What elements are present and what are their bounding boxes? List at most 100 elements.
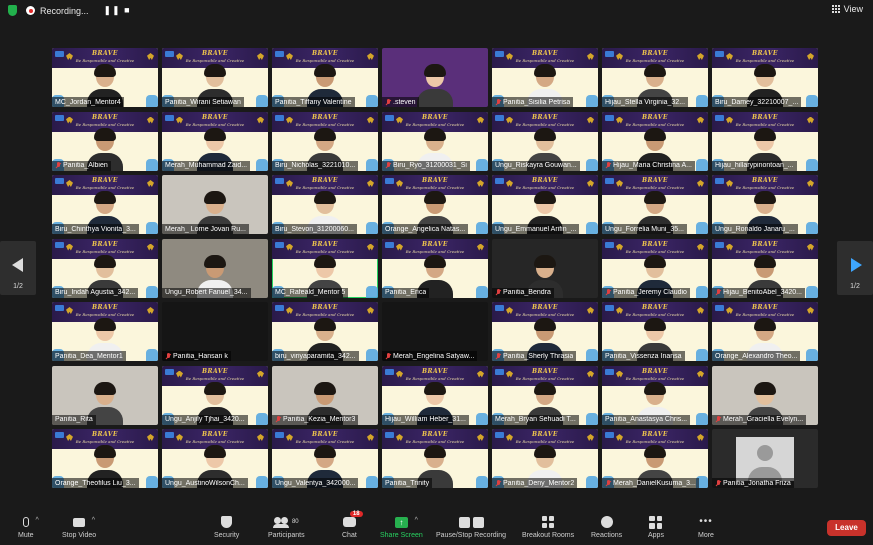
mascot-icon xyxy=(806,158,818,171)
participant-tile[interactable]: BRAVE Be Responsible and Creative Orange_A… xyxy=(712,302,818,361)
participant-tile[interactable]: BRAVE Be Responsible and Creative Hijau_St… xyxy=(602,48,708,107)
participant-tile[interactable]: Panitia_Hansan k xyxy=(162,302,268,361)
participant-tile[interactable]: BRAVE Be Responsible and Creative Hijau_Wi… xyxy=(382,365,488,425)
participant-tile[interactable]: BRAVE Be Responsible and Creative Biru_Ind… xyxy=(52,238,158,298)
banner-title: BRAVE xyxy=(91,177,118,184)
stop-video-button[interactable]: ^ Stop Video xyxy=(62,515,96,539)
mascot-icon xyxy=(696,412,708,425)
participant-name: Panitia_Anastasya Chris... xyxy=(605,416,688,423)
participant-tile[interactable]: BRAVE Be Responsible and Creative Biru_Chi… xyxy=(52,175,158,234)
participant-tile[interactable]: Panitia_Kezia_Mentor3 xyxy=(272,365,378,425)
participant-tile[interactable]: BRAVE Be Responsible and Creative Panitia_… xyxy=(382,238,488,298)
mascot-icon xyxy=(696,285,708,298)
participant-nameplate: Panitia_Dea_Mentor1 xyxy=(52,351,126,361)
reactions-label: Reactions xyxy=(591,532,623,539)
recording-controls[interactable]: ❚❚ ■ xyxy=(104,5,131,16)
more-button[interactable]: ••• More xyxy=(698,515,714,540)
next-page-button[interactable]: 1/2 xyxy=(837,241,873,295)
participant-tile[interactable]: BRAVE Be Responsible and Creative Orange_T… xyxy=(52,429,158,488)
participant-nameplate: Merah_DanielKusuma_3... xyxy=(602,478,699,488)
participant-tile[interactable]: BRAVE Be Responsible and Creative Orange_A… xyxy=(382,175,488,234)
participant-tile[interactable]: BRAVE Be Responsible and Creative Ungu_Emm… xyxy=(492,175,598,234)
banner-title: BRAVE xyxy=(751,113,778,121)
participant-tile[interactable]: BRAVE Be Responsible and Creative Hijau_Be… xyxy=(712,238,818,298)
participant-tile[interactable]: BRAVE Be Responsible and Creative Ungu_Anj… xyxy=(162,365,268,425)
mascot-icon xyxy=(696,349,708,361)
participant-tile[interactable]: BRAVE Be Responsible and Creative Panitia_… xyxy=(52,302,158,361)
participant-tile[interactable]: BRAVE Be Responsible and Creative Panitia_… xyxy=(492,429,598,488)
chevron-up-icon[interactable]: ^ xyxy=(92,517,95,524)
participant-tile[interactable]: BRAVE Be Responsible and Creative Panitia_… xyxy=(602,365,708,425)
muted-mic-icon xyxy=(495,98,501,106)
participant-tile[interactable]: BRAVE Be Responsible and Creative Merah_Br… xyxy=(492,365,598,425)
banner-title: BRAVE xyxy=(641,240,668,248)
participant-tile[interactable]: Merah_ Lorne Jovan Ru... xyxy=(162,175,268,234)
participants-button[interactable]: 80 Participants xyxy=(268,515,305,539)
mute-button[interactable]: ^ Mute xyxy=(18,515,39,539)
participant-tile[interactable]: BRAVE Be Responsible and Creative MC_Rafea… xyxy=(272,238,378,298)
mascot-icon xyxy=(366,349,378,361)
participant-tile[interactable]: BRAVE Be Responsible and Creative Merah_Da… xyxy=(602,429,708,488)
participant-tile[interactable]: BRAVE Be Responsible and Creative Panitia_… xyxy=(52,111,158,171)
participant-tile[interactable]: BRAVE Be Responsible and Creative Panitia_… xyxy=(602,238,708,298)
participant-tile[interactable]: Panitia_Rita xyxy=(52,365,158,425)
pause-stop-icon xyxy=(458,516,484,528)
participant-tile[interactable]: BRAVE Be Responsible and Creative Ungu_For… xyxy=(602,175,708,234)
view-button[interactable]: View xyxy=(831,4,863,14)
chevron-up-icon[interactable]: ^ xyxy=(415,517,418,524)
banner-title: BRAVE xyxy=(311,113,338,121)
participant-tile[interactable]: BRAVE Be Responsible and Creative Panitia_… xyxy=(602,302,708,361)
participant-name: Orange_Angelica Natas... xyxy=(385,225,466,233)
participant-tile[interactable]: BRAVE Be Responsible and Creative Biru_Ryo… xyxy=(382,111,488,171)
participant-name: biru_viriyaparamita_342... xyxy=(275,352,356,360)
breakout-rooms-button[interactable]: Breakout Rooms xyxy=(522,515,574,539)
participant-tile[interactable]: BRAVE Be Responsible and Creative Biru_Dam… xyxy=(712,48,818,107)
participant-nameplate: Panitia_Trinity xyxy=(382,478,433,488)
reactions-button[interactable]: Reactions xyxy=(591,515,622,539)
participant-name: Ungu_AustinoWilsonCh... xyxy=(165,479,245,487)
participant-tile[interactable]: BRAVE Be Responsible and Creative Ungu_Ron… xyxy=(712,175,818,234)
mascot-icon xyxy=(806,222,818,234)
chevron-up-icon[interactable]: ^ xyxy=(35,517,38,524)
participant-tile[interactable]: Panitia_Jonatha Friza xyxy=(712,429,818,488)
mascot-icon xyxy=(586,476,598,488)
participant-tile[interactable]: Merah_Graciella Evelyn... xyxy=(712,365,818,425)
participant-tile[interactable]: BRAVE Be Responsible and Creative Panitia_… xyxy=(162,48,268,107)
participant-tile[interactable]: Panitia_Bendra xyxy=(492,238,598,298)
participant-tile[interactable]: BRAVE Be Responsible and Creative Ungu_Ris… xyxy=(492,111,598,171)
encryption-shield-icon[interactable] xyxy=(8,5,17,16)
participant-nameplate: Panitia_Kezia_Mentor3 xyxy=(272,414,359,425)
participant-tile[interactable]: BRAVE Be Responsible and Creative Merah_Mu… xyxy=(162,111,268,171)
banner-title: BRAVE xyxy=(641,431,668,438)
participant-tile[interactable]: Merah_Engelina Satyaw... xyxy=(382,302,488,361)
mascot-icon xyxy=(476,158,488,171)
participant-tile[interactable]: BRAVE Be Responsible and Creative Hijau_hi… xyxy=(712,111,818,171)
security-button[interactable]: Security xyxy=(214,515,239,539)
chat-button[interactable]: 18 Chat xyxy=(342,511,363,539)
participant-tile[interactable]: Ungu_Robert Fanuel_34... xyxy=(162,238,268,298)
participant-name: Panitia_Deny_Mentor2 xyxy=(503,479,575,487)
previous-page-button[interactable]: 1/2 xyxy=(0,241,36,295)
mascot-icon xyxy=(366,285,378,298)
participant-tile[interactable]: BRAVE Be Responsible and Creative Biru_Nic… xyxy=(272,111,378,171)
participant-name: Ungu_Riskayra Gouwan... xyxy=(495,162,577,169)
participant-tile[interactable]: BRAVE Be Responsible and Creative MC_Jorda… xyxy=(52,48,158,107)
participant-nameplate: Ungu_Riskayra Gouwan... xyxy=(492,160,580,171)
participant-tile[interactable]: BRAVE Be Responsible and Creative biru_vir… xyxy=(272,302,378,361)
participant-tile[interactable]: BRAVE Be Responsible and Creative Panitia_… xyxy=(492,302,598,361)
participant-tile[interactable]: .steven xyxy=(382,48,488,107)
participant-tile[interactable]: BRAVE Be Responsible and Creative Hijau_Ma… xyxy=(602,111,708,171)
share-screen-button[interactable]: ↑ ^ Share Screen xyxy=(380,515,423,539)
participant-tile[interactable]: BRAVE Be Responsible and Creative Ungu_Aus… xyxy=(162,429,268,488)
participant-tile[interactable]: BRAVE Be Responsible and Creative Biru_Ste… xyxy=(272,175,378,234)
participant-tile[interactable]: BRAVE Be Responsible and Creative Panitia_… xyxy=(382,429,488,488)
participant-tile[interactable]: BRAVE Be Responsible and Creative Ungu_Val… xyxy=(272,429,378,488)
muted-mic-icon xyxy=(715,479,721,487)
apps-button[interactable]: Apps xyxy=(648,515,664,539)
leave-button[interactable]: Leave xyxy=(827,520,866,536)
participant-tile[interactable]: BRAVE Be Responsible and Creative Panitia_… xyxy=(272,48,378,107)
pause-stop-recording-button[interactable]: Pause/Stop Recording xyxy=(436,515,506,539)
banner-title: BRAVE xyxy=(311,50,338,57)
participant-nameplate: Hijau_BenitoAbel_3420... xyxy=(712,287,806,298)
participant-tile[interactable]: BRAVE Be Responsible and Creative Panitia_… xyxy=(492,48,598,107)
